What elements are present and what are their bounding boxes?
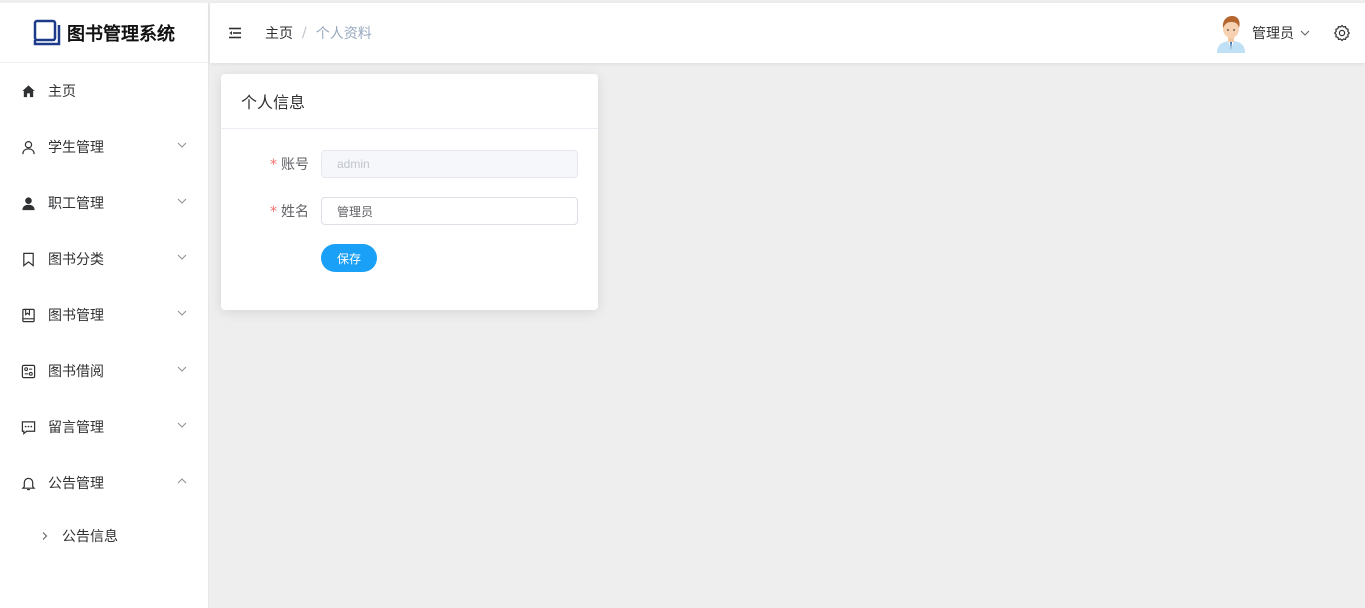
chevron-down-icon	[177, 366, 187, 372]
sidebar-menu: 主页 学生管理 职工管理 图书分类 图书管理 图书借阅 留言管理 公告管理 公告…	[0, 63, 208, 561]
topbar: 主页 / 个人资料 管理员	[210, 3, 1365, 63]
sidebar-item-label: 主页	[48, 84, 76, 100]
sidebar-item-messages[interactable]: 留言管理	[0, 399, 208, 455]
sidebar-item-label: 职工管理	[48, 196, 104, 212]
sidebar-item-label: 图书分类	[48, 252, 104, 268]
form-row-name: * 姓名	[221, 197, 598, 225]
user-outline-icon	[20, 139, 36, 155]
breadcrumb-current: 个人资料	[315, 26, 372, 42]
chevron-down-icon[interactable]	[1299, 27, 1311, 39]
bell-icon	[20, 475, 36, 491]
user-filled-icon	[20, 195, 36, 211]
breadcrumb-home[interactable]: 主页	[265, 23, 293, 43]
sidebar-item-label: 公告管理	[48, 476, 104, 492]
sidebar-subitem-label: 公告信息	[62, 529, 118, 545]
book-icon	[33, 19, 61, 45]
sidebar-item-announcements[interactable]: 公告管理	[0, 455, 208, 511]
chevron-right-icon	[42, 532, 48, 540]
sidebar-item-book-borrow[interactable]: 图书借阅	[0, 343, 208, 399]
user-area: 管理员	[1214, 3, 1365, 63]
required-mark: *	[270, 204, 277, 220]
home-icon	[20, 83, 36, 99]
brand: 图书管理系统	[0, 3, 208, 63]
tickets-icon	[20, 363, 36, 379]
bookmark-icon	[20, 251, 36, 267]
chevron-up-icon	[177, 478, 187, 484]
brand-title: 图书管理系统	[67, 23, 175, 45]
notebook-icon	[20, 307, 36, 323]
sidebar-item-staff[interactable]: 职工管理	[0, 175, 208, 231]
sidebar-item-label: 留言管理	[48, 420, 104, 436]
name-label: * 姓名	[221, 201, 321, 221]
save-button[interactable]: 保存	[321, 244, 377, 272]
chat-icon	[20, 419, 36, 435]
chevron-down-icon	[177, 310, 187, 316]
chevron-down-icon	[177, 142, 187, 148]
required-mark: *	[270, 157, 277, 173]
name-label-text: 姓名	[281, 204, 309, 220]
profile-card: 个人信息 *账号 *姓名 保存	[221, 74, 598, 310]
chevron-down-icon	[177, 422, 187, 428]
account-label-text: 账号	[281, 157, 309, 173]
chevron-down-icon	[177, 198, 187, 204]
chevron-down-icon	[177, 254, 187, 260]
sidebar-item-label: 图书管理	[48, 308, 104, 324]
sidebar-item-home[interactable]: 主页	[0, 63, 208, 119]
sidebar-subitem-announcement-info[interactable]: 公告信息	[0, 511, 208, 561]
form-row-account: * 账号	[221, 150, 598, 178]
gear-icon[interactable]	[1333, 24, 1351, 42]
profile-form: *账号 *姓名 保存	[221, 129, 598, 272]
sidebar-item-label: 学生管理	[48, 140, 104, 156]
sidebar-item-book-category[interactable]: 图书分类	[0, 231, 208, 287]
breadcrumb: 主页 / 个人资料	[265, 23, 372, 43]
sidebar-item-students[interactable]: 学生管理	[0, 119, 208, 175]
card-title: 个人信息	[221, 74, 598, 129]
account-field	[321, 150, 578, 178]
avatar[interactable]	[1214, 13, 1248, 53]
breadcrumb-separator: /	[302, 25, 307, 41]
account-label: * 账号	[221, 154, 321, 174]
menu-fold-icon[interactable]	[227, 25, 243, 41]
name-field[interactable]	[321, 197, 578, 225]
sidebar-item-book-management[interactable]: 图书管理	[0, 287, 208, 343]
sidebar: 图书管理系统 主页 学生管理 职工管理 图书分类 图书管理 图书借阅 留言管理 …	[0, 3, 209, 608]
user-name[interactable]: 管理员	[1252, 23, 1294, 43]
sidebar-item-label: 图书借阅	[48, 364, 104, 380]
